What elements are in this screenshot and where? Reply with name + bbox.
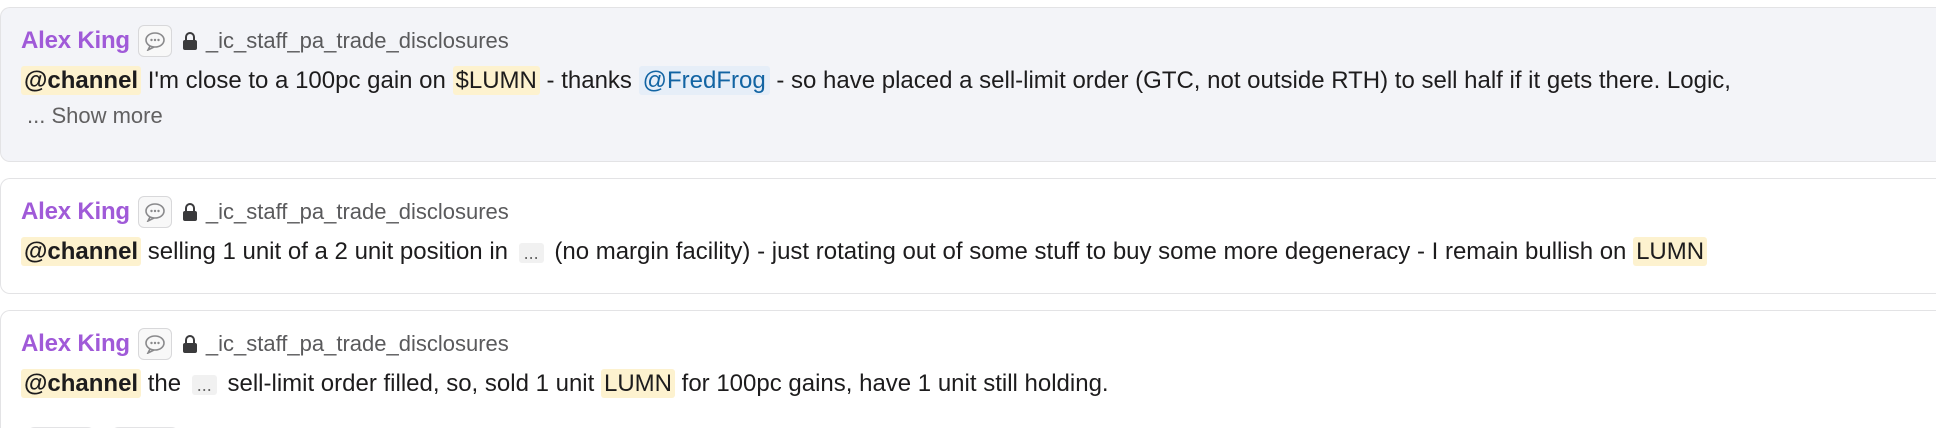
ticker-highlight: $LUMN (452, 66, 540, 95)
speech-bubble-icon[interactable] (137, 328, 172, 360)
message-text: for 100pc gains, have 1 unit still holdi… (674, 370, 1109, 397)
search-result-message[interactable]: Alex King _ic_staff_pa_trade_disclosures… (0, 7, 1936, 162)
ticker-highlight: LUMN (1633, 237, 1708, 266)
search-result-message[interactable]: Alex King _ic_staff_pa_trade_disclosures… (0, 310, 1936, 428)
message-text: I'm close to a 100pc gain on (141, 67, 453, 94)
message-text: - thanks (539, 67, 639, 94)
search-results-list: Alex King _ic_staff_pa_trade_disclosures… (0, 0, 1938, 428)
author-name[interactable]: Alex King (21, 198, 130, 226)
message-body: @channel selling 1 unit of a 2 unit posi… (21, 234, 1916, 271)
author-name[interactable]: Alex King (21, 330, 130, 358)
channel-name[interactable]: _ic_staff_pa_trade_disclosures (206, 199, 509, 225)
message-header: Alex King _ic_staff_pa_trade_disclosures (21, 21, 1916, 61)
channel-mention: @channel (21, 237, 142, 266)
message-header: Alex King _ic_staff_pa_trade_disclosures (21, 192, 1916, 232)
message-text: - so have placed a sell-limit order (GTC… (769, 67, 1731, 94)
channel-name[interactable]: _ic_staff_pa_trade_disclosures (206, 331, 509, 357)
user-mention-link[interactable]: @FredFrog (638, 66, 770, 95)
message-body: @channel I'm close to a 100pc gain on $L… (21, 63, 1916, 99)
show-more-link[interactable]: ... Show more (21, 99, 1916, 133)
channel-mention: @channel (21, 369, 142, 398)
message-text: (no margin facility) - just rotating out… (547, 238, 1634, 265)
message-text: selling 1 unit of a 2 unit position in (141, 238, 515, 265)
author-name[interactable]: Alex King (21, 27, 130, 55)
truncated-text-ellipsis[interactable]: ... (518, 243, 544, 263)
message-text: sell-limit order filled, so, sold 1 unit (220, 370, 601, 397)
lock-icon (182, 202, 198, 222)
message-body: @channel the ... sell-limit order filled… (21, 366, 1916, 403)
lock-icon (182, 31, 198, 51)
message-header: Alex King _ic_staff_pa_trade_disclosures (21, 324, 1916, 364)
message-text: the (141, 370, 188, 397)
channel-name[interactable]: _ic_staff_pa_trade_disclosures (206, 28, 509, 54)
channel-mention: @channel (21, 66, 142, 95)
speech-bubble-icon[interactable] (137, 25, 172, 57)
ticker-highlight: LUMN (600, 369, 675, 398)
speech-bubble-icon[interactable] (137, 196, 172, 228)
lock-icon (182, 334, 198, 354)
truncated-text-ellipsis[interactable]: ... (191, 375, 217, 395)
search-result-message[interactable]: Alex King _ic_staff_pa_trade_disclosures… (0, 178, 1936, 294)
